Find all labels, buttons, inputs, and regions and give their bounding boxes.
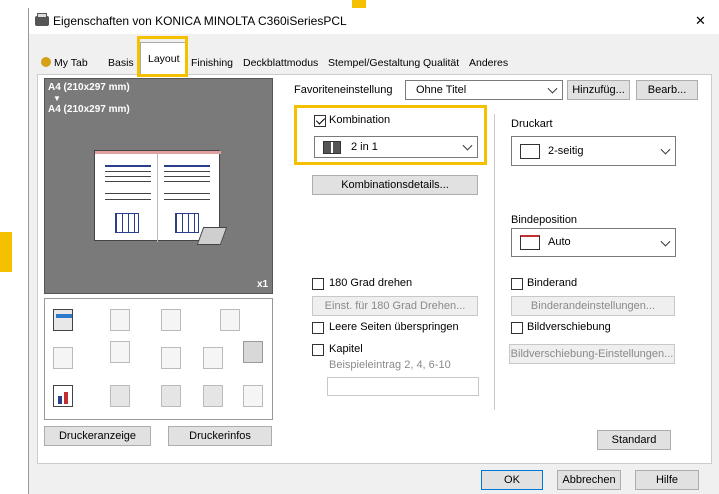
chapter-example: Beispieleintrag 2, 4, 6-10 xyxy=(329,359,451,371)
image-shift-checkbox[interactable] xyxy=(511,322,523,334)
user-icon xyxy=(41,57,51,67)
edit-favorite-button[interactable]: Bearb... xyxy=(636,80,698,100)
dialog-window: Eigenschaften von KONICA MINOLTA C360iSe… xyxy=(28,8,719,494)
favorites-label: Favoriteneinstellung xyxy=(294,84,393,96)
favorites-value: Ohne Titel xyxy=(416,84,467,96)
text-line xyxy=(164,193,210,194)
chapter-checkbox[interactable] xyxy=(312,344,324,356)
tab-anderes[interactable]: Anderes xyxy=(467,54,510,72)
chevron-down-icon xyxy=(660,144,671,155)
tab-basis[interactable]: Basis xyxy=(106,54,136,72)
window-title: Eigenschaften von KONICA MINOLTA C360iSe… xyxy=(53,14,347,28)
paper-binding-edge xyxy=(95,151,221,154)
page-curl xyxy=(196,227,228,245)
print-type-value: 2-seitig xyxy=(548,145,584,157)
rotate-icon xyxy=(220,309,240,331)
user-page-icon xyxy=(110,385,130,407)
output-paper-size: A4 (210x297 mm) xyxy=(48,104,130,115)
close-icon[interactable]: ✕ xyxy=(695,13,706,29)
ok-button[interactable]: OK xyxy=(481,470,543,490)
text-line xyxy=(105,176,151,177)
layout-tab-highlight xyxy=(137,36,188,77)
rotate180-label: 180 Grad drehen xyxy=(329,277,413,289)
copy-icon xyxy=(161,309,181,331)
skip-blank-label: Leere Seiten überspringen xyxy=(329,321,459,333)
text-line xyxy=(105,181,151,182)
stack-icon xyxy=(53,347,73,369)
tab-stempel[interactable]: Stempel/Gestaltung xyxy=(326,54,422,72)
rotate180-checkbox[interactable] xyxy=(312,278,324,290)
image-shift-label: Bildverschiebung xyxy=(527,321,611,333)
text-line xyxy=(164,181,210,182)
source-paper-size: A4 (210x297 mm) xyxy=(48,82,130,93)
table-graphic xyxy=(175,213,199,233)
help-button[interactable]: Hilfe xyxy=(635,470,699,490)
add-favorite-button[interactable]: Hinzufüg... xyxy=(567,80,630,100)
chapter-input[interactable] xyxy=(327,377,479,396)
chart-page-icon[interactable] xyxy=(53,385,73,407)
icon-grid xyxy=(44,298,273,420)
chapter-label: Kapitel xyxy=(329,343,363,355)
cancel-button[interactable]: Abbrechen xyxy=(557,470,621,490)
tray-icon xyxy=(243,385,263,407)
booklet-icon xyxy=(110,341,130,363)
document-icon xyxy=(203,347,223,369)
tab-finishing[interactable]: Finishing xyxy=(189,54,235,72)
sheet-icon xyxy=(203,385,223,407)
stamp-icon xyxy=(243,341,263,363)
image-shift-settings-button[interactable]: Bildverschiebung-Einstellungen... xyxy=(509,344,675,364)
printer-icon-paper xyxy=(37,13,47,18)
tutorial-marker-left xyxy=(0,232,12,272)
print-type-select[interactable]: 2-seitig xyxy=(511,136,676,166)
text-line xyxy=(164,165,210,167)
text-line xyxy=(105,171,151,172)
title-bar: Eigenschaften von KONICA MINOLTA C360iSe… xyxy=(29,8,719,34)
printer-view-button[interactable]: Druckeranzeige xyxy=(44,426,151,446)
tab-deckblattmodus[interactable]: Deckblattmodus xyxy=(241,54,320,72)
text-line xyxy=(105,193,151,194)
layout-preview: A4 (210x297 mm) ▼ A4 (210x297 mm) x1 xyxy=(44,78,273,294)
rotate180-settings-button[interactable]: Einst. für 180 Grad Drehen... xyxy=(312,296,478,316)
print-preview-icon[interactable] xyxy=(53,309,73,331)
users-icon xyxy=(161,385,181,407)
column-divider xyxy=(494,114,495,410)
page-icon xyxy=(110,309,130,331)
chevron-down-icon xyxy=(547,83,558,94)
tutorial-marker-top xyxy=(352,0,366,8)
standard-button[interactable]: Standard xyxy=(597,430,671,450)
paper-preview xyxy=(94,150,221,242)
favorites-select[interactable]: Ohne Titel xyxy=(405,80,563,100)
tab-label: My Tab xyxy=(54,57,88,69)
binding-icon xyxy=(520,235,540,250)
skip-blank-checkbox[interactable] xyxy=(312,322,324,334)
chevron-down-icon xyxy=(660,236,671,247)
combination-highlight xyxy=(294,105,487,165)
binding-position-label: Bindeposition xyxy=(511,214,578,226)
tab-my-tab[interactable]: My Tab xyxy=(39,54,90,72)
text-line xyxy=(105,165,151,167)
text-line xyxy=(105,199,151,200)
text-page-icon xyxy=(161,347,181,369)
table-graphic xyxy=(115,213,139,233)
text-line xyxy=(164,199,210,200)
binding-position-value: Auto xyxy=(548,236,571,248)
binding-margin-checkbox[interactable] xyxy=(511,278,523,290)
text-line xyxy=(164,171,210,172)
combination-details-button[interactable]: Kombinationsdetails... xyxy=(312,175,478,195)
binding-margin-label: Binderand xyxy=(527,277,578,289)
printer-info-button[interactable]: Druckerinfos xyxy=(168,426,272,446)
duplex-icon xyxy=(520,144,540,159)
tab-qualitaet[interactable]: Qualität xyxy=(421,54,461,72)
paper-page-divider xyxy=(157,151,158,242)
text-line xyxy=(164,176,210,177)
binding-margin-settings-button[interactable]: Binderandeinstellungen... xyxy=(511,296,675,316)
copy-count: x1 xyxy=(257,279,269,290)
binding-position-select[interactable]: Auto xyxy=(511,228,676,257)
arrow-down-icon: ▼ xyxy=(53,94,61,103)
print-type-label: Druckart xyxy=(511,118,553,130)
